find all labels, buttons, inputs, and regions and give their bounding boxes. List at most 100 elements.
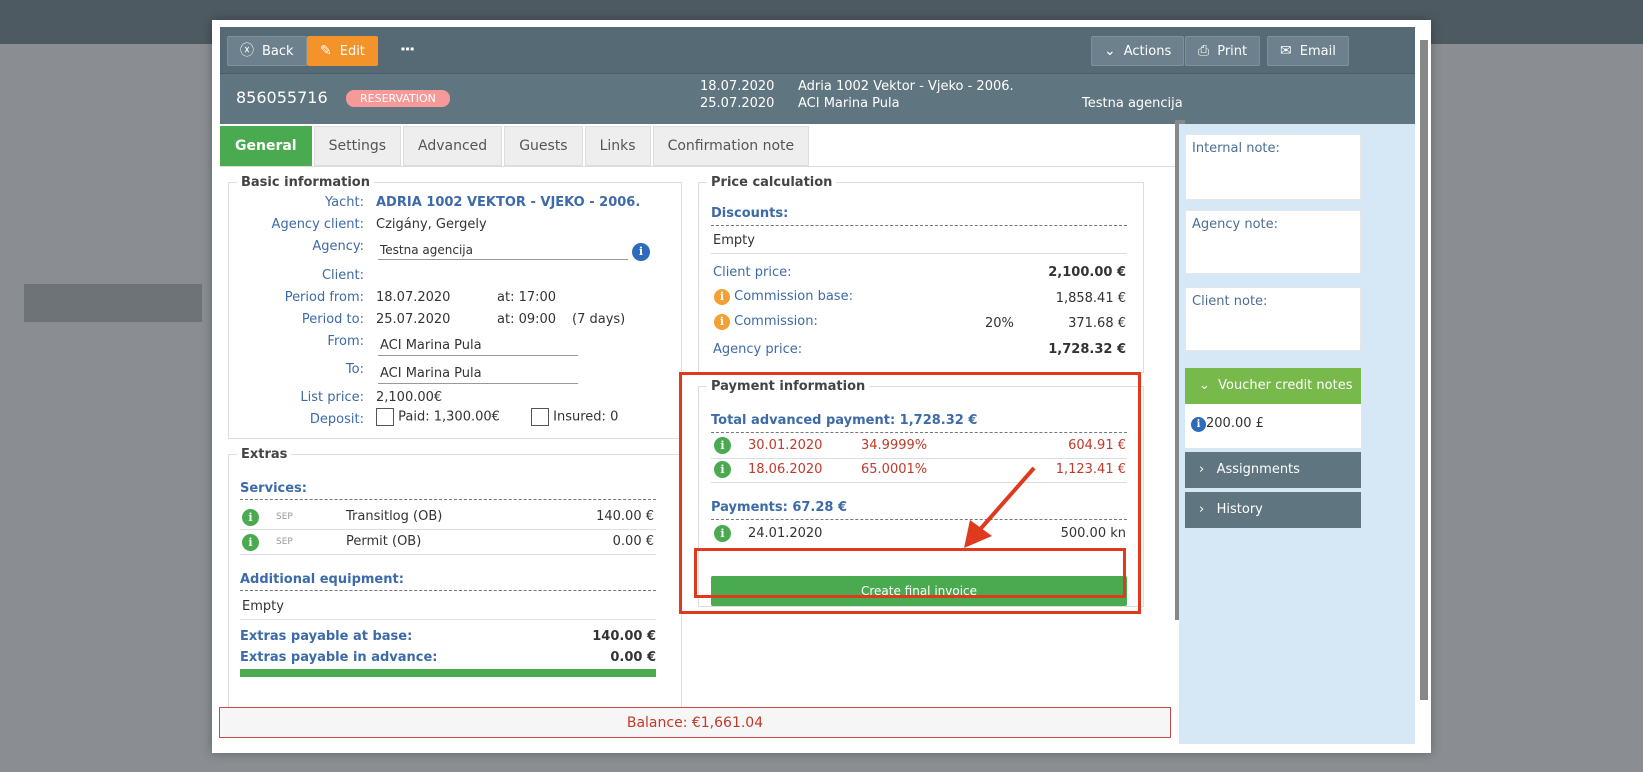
warning-info-icon[interactable]: i bbox=[714, 289, 730, 305]
tab-confirmation-note[interactable]: Confirmation note bbox=[652, 126, 810, 166]
tab-links[interactable]: Links bbox=[584, 126, 651, 166]
service-row: i SEP Permit (OB) 0.00 € bbox=[242, 534, 656, 551]
info-icon[interactable]: i bbox=[242, 509, 259, 526]
to-label: To: bbox=[345, 362, 364, 377]
deposit-paid: Paid: 1,300.00€ bbox=[376, 408, 500, 426]
additional-equipment-label: Additional equipment: bbox=[240, 572, 404, 587]
service-row: i SEP Transitlog (OB) 140.00 € bbox=[242, 509, 656, 526]
yacht-link[interactable]: ADRIA 1002 VEKTOR - VJEKO - 2006. bbox=[376, 195, 640, 210]
assignments-toggle[interactable]: › Assignments bbox=[1185, 452, 1361, 488]
list-price-value: 2,100.00€ bbox=[376, 390, 443, 405]
client-price-label: Client price: bbox=[713, 265, 792, 280]
services-label: Services: bbox=[240, 481, 307, 496]
printer-icon: ⎙ bbox=[1198, 43, 1210, 59]
insured-value: 0 bbox=[610, 409, 619, 425]
extras-green-bar bbox=[240, 669, 656, 677]
to-field[interactable]: ACI Marina Pula bbox=[378, 364, 578, 384]
actions-button[interactable]: ⌄ Actions bbox=[1091, 36, 1185, 66]
info-icon[interactable]: i bbox=[242, 534, 259, 551]
agency-note[interactable]: Agency note: bbox=[1185, 210, 1361, 274]
paid-value: 1,300.00€ bbox=[433, 409, 500, 425]
extras-payable-base-label: Extras payable at base: bbox=[240, 629, 413, 644]
at-label: at: bbox=[497, 290, 515, 305]
at-label: at: bbox=[497, 312, 515, 327]
chevron-right-icon: › bbox=[1199, 462, 1205, 477]
commission-base-row: i Commission base: bbox=[714, 289, 853, 305]
divider bbox=[711, 253, 1127, 254]
tab-general[interactable]: General bbox=[220, 126, 312, 166]
period-from-label: Period from: bbox=[284, 290, 364, 305]
client-note[interactable]: Client note: bbox=[1185, 287, 1361, 351]
history-label: History bbox=[1216, 502, 1263, 517]
paid-label: Paid: bbox=[398, 409, 430, 425]
commission-base-label: Commission base: bbox=[734, 289, 853, 304]
service-tag: SEP bbox=[276, 512, 293, 522]
tab-settings[interactable]: Settings bbox=[313, 126, 402, 166]
divider bbox=[240, 554, 656, 555]
from-field[interactable]: ACI Marina Pula bbox=[378, 336, 578, 356]
internal-note-label: Internal note: bbox=[1192, 141, 1280, 156]
service-price: 0.00 € bbox=[612, 534, 654, 549]
equipment-divider bbox=[240, 590, 656, 591]
period-to-value: 25.07.2020 bbox=[376, 312, 451, 327]
actions-label: Actions bbox=[1123, 43, 1172, 59]
insured-label: Insured: bbox=[553, 409, 606, 425]
extras-payable-base-value: 140.00 € bbox=[592, 629, 656, 644]
extras-payable-advance-value: 0.00 € bbox=[610, 650, 656, 665]
modal-toolbar: ⓧ Back ✎ Edit ⋮ ⌄ Actions ⎙ Print ✉ Emai… bbox=[220, 27, 1415, 74]
back-button[interactable]: ⓧ Back bbox=[227, 36, 307, 66]
price-calculation-legend: Price calculation bbox=[711, 175, 833, 190]
chevron-right-icon: › bbox=[1199, 502, 1205, 517]
modal-scrollbar[interactable] bbox=[1420, 40, 1428, 700]
discounts-label: Discounts: bbox=[711, 206, 789, 221]
print-button[interactable]: ⎙ Print bbox=[1185, 36, 1261, 66]
discounts-divider bbox=[711, 225, 1127, 226]
tab-guests[interactable]: Guests bbox=[504, 126, 583, 166]
voucher-value: 200.00 £ bbox=[1206, 416, 1264, 431]
agency-price-label: Agency price: bbox=[713, 342, 803, 357]
period-to-time-value: 09:00 bbox=[518, 312, 557, 327]
agency-client-value: Czigány, Gergely bbox=[376, 217, 487, 232]
commission-value: 371.68 € bbox=[1068, 316, 1126, 331]
background-sidebar-block bbox=[24, 284, 202, 322]
assignments-label: Assignments bbox=[1216, 462, 1300, 477]
commission-label: Commission: bbox=[734, 314, 818, 329]
agency-field[interactable]: Testna agencija bbox=[378, 241, 628, 260]
edit-button[interactable]: ✎ Edit bbox=[307, 36, 378, 66]
tab-bar: General Settings Advanced Guests Links C… bbox=[220, 126, 810, 166]
internal-note[interactable]: Internal note: bbox=[1185, 134, 1361, 200]
header-agency: Testna agencija bbox=[1082, 96, 1183, 111]
services-divider bbox=[240, 499, 656, 500]
service-tag: SEP bbox=[276, 537, 293, 547]
email-button[interactable]: ✉ Email bbox=[1267, 36, 1349, 66]
yacht-label: Yacht: bbox=[325, 195, 364, 210]
edit-label: Edit bbox=[339, 43, 365, 59]
warning-info-icon[interactable]: i bbox=[714, 314, 730, 330]
agency-label: Agency: bbox=[312, 239, 364, 254]
info-icon[interactable]: i bbox=[1191, 417, 1206, 432]
service-name: Permit (OB) bbox=[346, 534, 422, 549]
voucher-credit-notes-toggle[interactable]: ⌄ Voucher credit notes bbox=[1185, 368, 1361, 404]
voucher-label: Voucher credit notes bbox=[1218, 378, 1353, 393]
from-label: From: bbox=[327, 334, 364, 349]
more-options-icon[interactable]: ⋮ bbox=[398, 41, 417, 56]
paid-checkbox[interactable] bbox=[376, 408, 394, 426]
basic-information-legend: Basic information bbox=[241, 175, 370, 190]
tab-advanced[interactable]: Advanced bbox=[403, 126, 503, 166]
status-badge: RESERVATION bbox=[346, 90, 450, 107]
commission-row: i Commission: bbox=[714, 314, 818, 330]
envelope-icon: ✉ bbox=[1280, 43, 1292, 59]
booking-modal: ⓧ Back ✎ Edit ⋮ ⌄ Actions ⎙ Print ✉ Emai… bbox=[212, 20, 1431, 753]
insured-checkbox[interactable] bbox=[531, 408, 549, 426]
notes-sidebar: Internal note: Agency note: Client note:… bbox=[1179, 124, 1415, 744]
print-label: Print bbox=[1217, 43, 1248, 59]
history-toggle[interactable]: › History bbox=[1185, 492, 1361, 528]
period-to-time: at: 09:00 bbox=[497, 312, 556, 327]
header-base: ACI Marina Pula bbox=[798, 96, 900, 111]
booking-number: 856055716 bbox=[236, 88, 328, 107]
agency-info-icon[interactable]: i bbox=[632, 243, 650, 261]
equipment-empty: Empty bbox=[242, 599, 284, 614]
commission-base-value: 1,858.41 € bbox=[1055, 291, 1126, 306]
chevron-down-icon: ⌄ bbox=[1199, 378, 1210, 393]
period-from-value: 18.07.2020 bbox=[376, 290, 451, 305]
